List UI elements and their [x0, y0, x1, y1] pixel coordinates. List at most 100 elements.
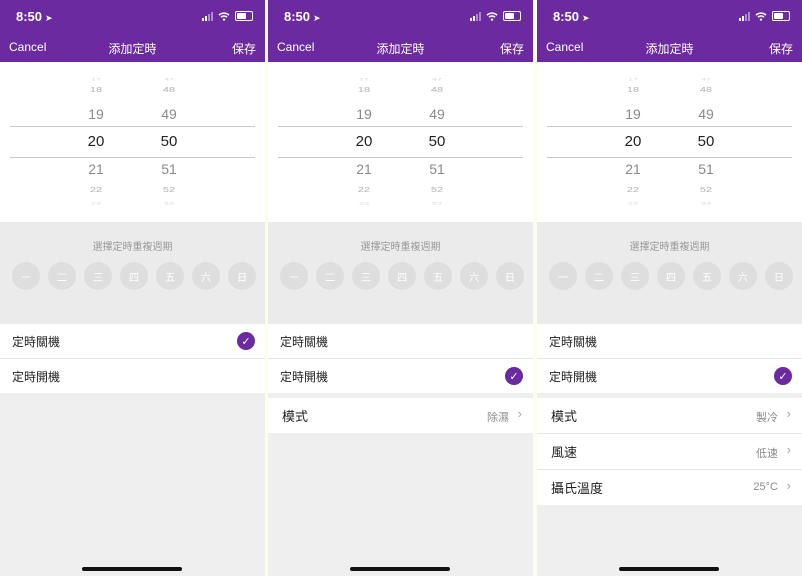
- status-time: 8:50 ➤: [16, 9, 53, 24]
- home-indicator: [619, 567, 719, 571]
- minute-option[interactable]: 48: [417, 86, 457, 94]
- repeat-label: 選擇定時重複週期: [360, 242, 441, 253]
- hour-selected[interactable]: 20: [613, 133, 653, 150]
- nav-bar: Cancel 添加定時 保存: [0, 34, 265, 62]
- mode-row[interactable]: 模式 製冷 ›: [537, 398, 802, 433]
- hour-option[interactable]: 18: [76, 86, 116, 94]
- hour-option[interactable]: 21: [613, 161, 653, 177]
- minute-option[interactable]: 53: [417, 201, 457, 206]
- chevron-right-icon: ›: [786, 406, 791, 421]
- time-picker[interactable]: 17 18 19 20 21 22 23 47 48 49 50 51 52 5…: [268, 62, 533, 222]
- minute-option[interactable]: 47: [417, 77, 457, 82]
- hour-option[interactable]: 22: [76, 186, 116, 194]
- minute-option[interactable]: 51: [149, 161, 189, 177]
- day-tuesday-button[interactable]: 二: [48, 262, 76, 290]
- minute-option[interactable]: 52: [149, 186, 189, 194]
- day-sunday-button[interactable]: 日: [496, 262, 524, 290]
- page-title: 添加定時: [645, 42, 694, 56]
- minute-option[interactable]: 47: [686, 77, 726, 82]
- hour-option[interactable]: 22: [344, 186, 384, 194]
- repeat-section: 選擇定時重複週期 一 二 三 四 五 六 日: [0, 222, 265, 324]
- option-power-off[interactable]: 定時關機: [268, 324, 533, 358]
- minute-option[interactable]: 49: [417, 106, 457, 122]
- action-options: 定時關機 定時開機 ✓: [537, 324, 802, 393]
- minute-option[interactable]: 51: [686, 161, 726, 177]
- day-tuesday-button[interactable]: 二: [316, 262, 344, 290]
- day-thursday-button[interactable]: 四: [388, 262, 416, 290]
- hour-option[interactable]: 21: [76, 161, 116, 177]
- save-button[interactable]: 保存: [232, 40, 256, 57]
- hour-option[interactable]: 18: [613, 86, 653, 94]
- nav-bar: Cancel 添加定時 保存: [537, 34, 802, 62]
- hour-option[interactable]: 17: [344, 77, 384, 82]
- day-wednesday-button[interactable]: 三: [352, 262, 380, 290]
- day-sunday-button[interactable]: 日: [228, 262, 256, 290]
- hour-option[interactable]: 19: [613, 106, 653, 122]
- day-monday-button[interactable]: 一: [549, 262, 577, 290]
- day-friday-button[interactable]: 五: [156, 262, 184, 290]
- hour-option[interactable]: 23: [344, 201, 384, 206]
- minute-option[interactable]: 53: [149, 201, 189, 206]
- hour-option[interactable]: 19: [344, 106, 384, 122]
- minute-option[interactable]: 47: [149, 77, 189, 82]
- hour-option[interactable]: 19: [76, 106, 116, 122]
- mode-value: 除濕: [487, 412, 509, 424]
- hour-option[interactable]: 17: [76, 77, 116, 82]
- hour-option[interactable]: 17: [613, 77, 653, 82]
- day-thursday-button[interactable]: 四: [120, 262, 148, 290]
- option-power-on[interactable]: 定時開機 ✓: [268, 358, 533, 393]
- battery-icon: [503, 11, 521, 21]
- minute-selected[interactable]: 50: [417, 133, 457, 150]
- day-friday-button[interactable]: 五: [693, 262, 721, 290]
- day-monday-button[interactable]: 一: [280, 262, 308, 290]
- save-button[interactable]: 保存: [500, 40, 524, 57]
- cellular-signal-icon: [202, 11, 213, 21]
- hour-option[interactable]: 23: [613, 201, 653, 206]
- day-tuesday-button[interactable]: 二: [585, 262, 613, 290]
- minute-option[interactable]: 48: [686, 86, 726, 94]
- save-button[interactable]: 保存: [769, 40, 793, 57]
- day-monday-button[interactable]: 一: [12, 262, 40, 290]
- option-power-off[interactable]: 定時關機: [537, 324, 802, 358]
- option-power-on[interactable]: 定時開機: [0, 358, 265, 393]
- day-thursday-button[interactable]: 四: [657, 262, 685, 290]
- option-power-off[interactable]: 定時關機 ✓: [0, 324, 265, 358]
- fan-speed-row[interactable]: 風速 低速 ›: [537, 433, 802, 469]
- minute-selected[interactable]: 50: [149, 133, 189, 150]
- day-saturday-button[interactable]: 六: [192, 262, 220, 290]
- hour-selected[interactable]: 20: [76, 133, 116, 150]
- minute-option[interactable]: 53: [686, 201, 726, 206]
- day-saturday-button[interactable]: 六: [460, 262, 488, 290]
- mode-label: 模式: [282, 409, 309, 424]
- minute-option[interactable]: 48: [149, 86, 189, 94]
- day-saturday-button[interactable]: 六: [729, 262, 757, 290]
- settings-list: 模式 除濕 ›: [268, 398, 533, 433]
- page-title: 添加定時: [376, 42, 425, 56]
- settings-list: 模式 製冷 › 風速 低速 › 攝氏溫度 25°C ›: [537, 398, 802, 505]
- time-picker[interactable]: 17 18 19 20 21 22 23 47 48 49 50 51 52 5…: [0, 62, 265, 222]
- temperature-row[interactable]: 攝氏溫度 25°C ›: [537, 469, 802, 505]
- hour-option[interactable]: 22: [613, 186, 653, 194]
- minute-option[interactable]: 49: [686, 106, 726, 122]
- minute-option[interactable]: 49: [149, 106, 189, 122]
- hour-option[interactable]: 18: [344, 86, 384, 94]
- repeat-section: 選擇定時重複週期 一 二 三 四 五 六 日: [537, 222, 802, 324]
- day-wednesday-button[interactable]: 三: [621, 262, 649, 290]
- time-picker[interactable]: 17 18 19 20 21 22 23 47 48 49 50 51 52 5…: [537, 62, 802, 222]
- minute-option[interactable]: 52: [686, 186, 726, 194]
- mode-row[interactable]: 模式 除濕 ›: [268, 398, 533, 433]
- minute-selected[interactable]: 50: [686, 133, 726, 150]
- hour-option[interactable]: 23: [76, 201, 116, 206]
- day-sunday-button[interactable]: 日: [765, 262, 793, 290]
- hour-option[interactable]: 21: [344, 161, 384, 177]
- minute-option[interactable]: 51: [417, 161, 457, 177]
- day-wednesday-button[interactable]: 三: [84, 262, 112, 290]
- minute-option[interactable]: 52: [417, 186, 457, 194]
- cellular-signal-icon: [470, 11, 481, 21]
- temperature-label: 攝氏溫度: [551, 481, 604, 496]
- action-options: 定時關機 定時開機 ✓: [268, 324, 533, 393]
- day-friday-button[interactable]: 五: [424, 262, 452, 290]
- screen-3: 8:50 ➤ Cancel 添加定時 保存 17 18 19 20 21 22 2…: [537, 0, 802, 576]
- option-power-on[interactable]: 定時開機 ✓: [537, 358, 802, 393]
- hour-selected[interactable]: 20: [344, 133, 384, 150]
